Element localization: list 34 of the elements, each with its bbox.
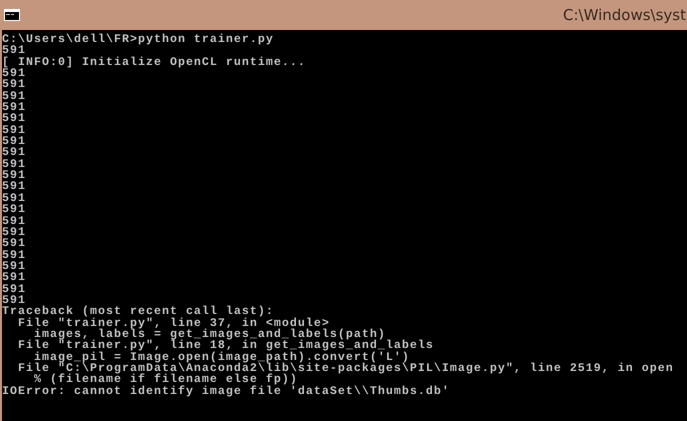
console-line: image_pil = Image.open(image_path).convert('L') xyxy=(34,352,410,363)
console-line: 591 xyxy=(2,181,27,193)
console-line: C:\Users\dell\FR>python trainer.py xyxy=(2,34,275,46)
console-line: 591 xyxy=(2,147,27,159)
console-line: 591 xyxy=(2,170,27,182)
console-line: [ INFO:0] Initialize OpenCL runtime... xyxy=(2,56,307,68)
console-line: Traceback (most recent call last): xyxy=(2,306,274,318)
console-line: images, labels = get_images_and_labels(path) xyxy=(34,328,386,340)
console-line: 591 xyxy=(2,226,27,238)
console-line: 591 xyxy=(2,250,27,261)
console-icon xyxy=(4,9,20,21)
console-line: 591 xyxy=(2,238,27,250)
console-line: 591 xyxy=(2,272,27,284)
console-line: 591 xyxy=(2,192,27,204)
console-line: 591 xyxy=(2,260,27,272)
console-line: 591 xyxy=(2,102,27,114)
console-line: 591 xyxy=(2,216,27,227)
window-title: C:\Windows\syst xyxy=(563,6,686,24)
console-line: File "trainer.py", line 18, in get_images_and_labels xyxy=(16,340,435,352)
console-line: 591 xyxy=(2,90,27,102)
console-line: % (filename if filename else fp)) xyxy=(34,374,298,386)
console-line: 591 xyxy=(2,79,27,91)
console-line: 591 xyxy=(2,68,26,80)
console-line: File "C:\ProgramData\Anaconda2\lib\site-packages\PIL\Image.py", line 2519, in open xyxy=(16,362,675,374)
console-line: 591 xyxy=(2,294,26,306)
console-line: 591 xyxy=(2,45,26,57)
console-line: 591 xyxy=(2,136,27,148)
console-line: 591 xyxy=(2,113,27,125)
console-line: 591 xyxy=(2,284,27,295)
console-line: 591 xyxy=(2,158,27,170)
console-line: File "trainer.py", line 37, in <module> xyxy=(16,318,330,329)
console-line: 591 xyxy=(2,204,27,216)
console-line: IOError: cannot identify image file 'dataSet\\Thumbs.db' xyxy=(2,386,451,397)
console-line: 591 xyxy=(2,124,27,136)
